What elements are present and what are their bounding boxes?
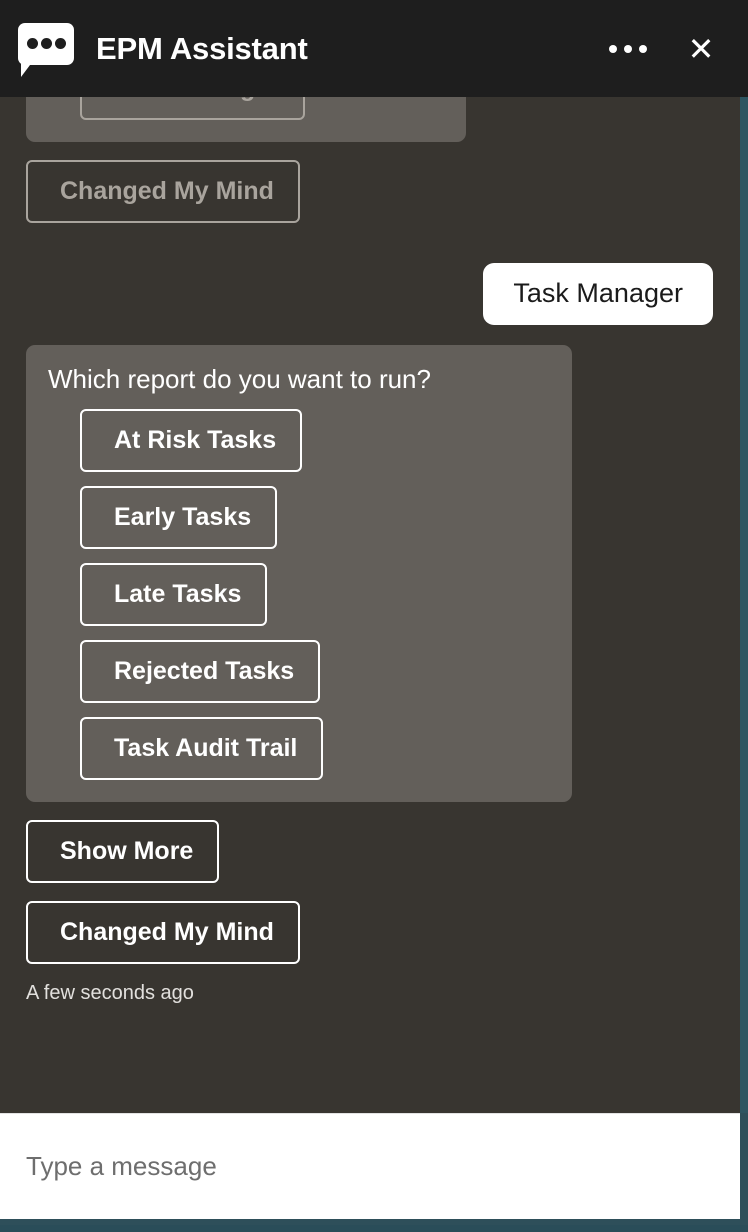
user-message-bubble: Task Manager [483,263,713,325]
option-button-rejected-tasks[interactable]: Rejected Tasks [80,640,320,703]
message-composer [0,1113,740,1219]
chat-bubble-dots-icon [18,21,74,77]
option-button-show-more[interactable]: Show More [26,820,219,883]
window-bottom-accent [0,1225,748,1232]
spacer [0,802,740,820]
chat-scrollbar[interactable] [740,97,748,1113]
message-timestamp: A few seconds ago [26,982,740,1005]
chat-scroll-content: Task Manager Changed My Mind Task Manage… [0,97,740,1019]
option-button-changed-my-mind-previous: Changed My Mind [26,160,300,223]
bot-message-bubble: Which report do you want to run? At Risk… [26,345,572,803]
bot-prompt-text: Which report do you want to run? [48,363,550,396]
message-input[interactable] [0,1151,740,1182]
chat-message-list[interactable]: Task Manager Changed My Mind Task Manage… [0,97,740,1113]
page-title: EPM Assistant [96,31,308,67]
option-button-late-tasks[interactable]: Late Tasks [80,563,267,626]
option-button-changed-my-mind[interactable]: Changed My Mind [26,901,300,964]
option-button-task-manager-previous: Task Manager [80,97,305,120]
more-options-icon[interactable] [602,23,654,75]
option-button-task-audit-trail[interactable]: Task Audit Trail [80,717,323,780]
previous-bot-message-bubble: Task Manager [26,97,466,142]
window-header: EPM Assistant ✕ [0,0,748,97]
user-message-row: Task Manager [0,241,740,345]
close-icon[interactable]: ✕ [676,23,726,75]
epm-assistant-window: EPM Assistant ✕ Task Manager Changed My … [0,0,748,1232]
option-button-early-tasks[interactable]: Early Tasks [80,486,277,549]
option-button-at-risk-tasks[interactable]: At Risk Tasks [80,409,302,472]
